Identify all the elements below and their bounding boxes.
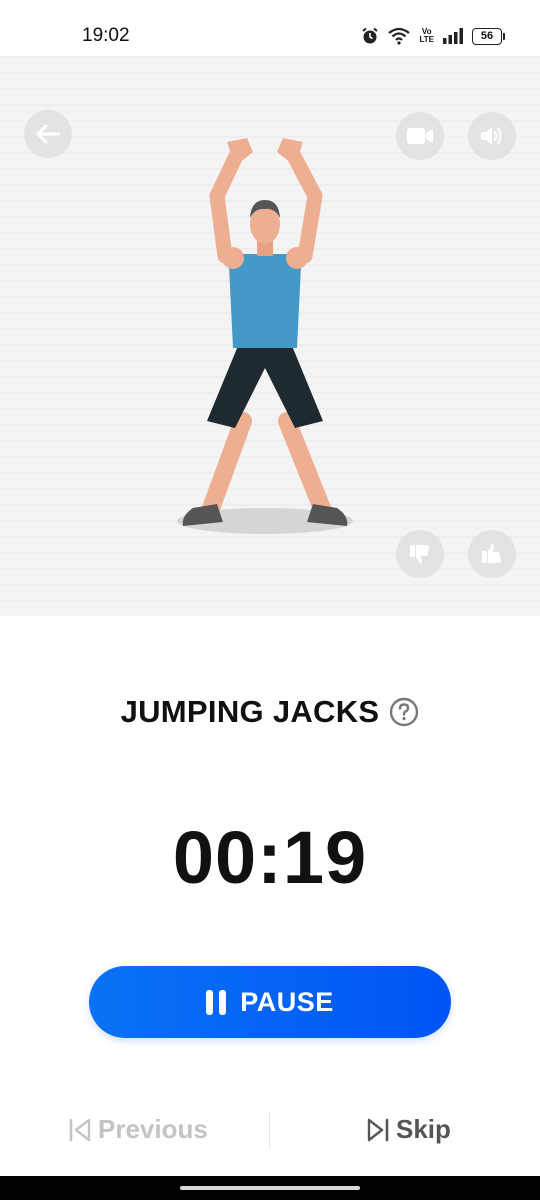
video-button[interactable]	[396, 112, 444, 160]
skip-next-icon	[367, 1118, 389, 1141]
video-icon	[407, 128, 433, 144]
thumbs-up-icon	[482, 544, 501, 563]
exercise-illustration	[177, 138, 353, 534]
status-time: 19:02	[82, 25, 130, 46]
pause-icon	[206, 989, 227, 1015]
sound-icon	[481, 127, 502, 145]
wifi-icon	[388, 27, 411, 45]
exercise-title: JUMPING JACKS	[120, 694, 380, 729]
back-button[interactable]	[24, 110, 72, 158]
system-nav-bar	[0, 1176, 540, 1200]
exercise-timer: 00:19	[172, 816, 368, 899]
signal-icon	[443, 28, 463, 44]
like-button[interactable]	[468, 530, 516, 578]
battery-icon: 56	[472, 27, 505, 45]
pause-label: PAUSE	[240, 986, 334, 1017]
previous-label: Previous	[98, 1114, 208, 1144]
alarm-icon	[362, 27, 379, 44]
volte-icon: Vo LTE	[419, 27, 434, 44]
back-arrow-icon	[36, 124, 61, 144]
status-icons: Vo LTE 56	[361, 24, 505, 48]
thumbs-down-icon	[410, 545, 429, 564]
exercise-animation	[0, 56, 540, 616]
previous-button[interactable]: Previous	[68, 1114, 208, 1145]
help-icon[interactable]	[389, 697, 419, 727]
status-bar: 19:02 Vo LTE 56	[0, 0, 540, 56]
skip-label: Skip	[396, 1114, 451, 1144]
skip-previous-icon	[69, 1118, 91, 1141]
exercise-title-row: JUMPING JACKS	[0, 694, 540, 730]
nav-divider	[269, 1112, 270, 1148]
dislike-button[interactable]	[396, 530, 444, 578]
pause-button[interactable]: PAUSE	[89, 966, 451, 1038]
skip-button[interactable]: Skip	[366, 1114, 451, 1145]
sound-button[interactable]	[468, 112, 516, 160]
home-gesture-handle[interactable]	[180, 1186, 360, 1190]
